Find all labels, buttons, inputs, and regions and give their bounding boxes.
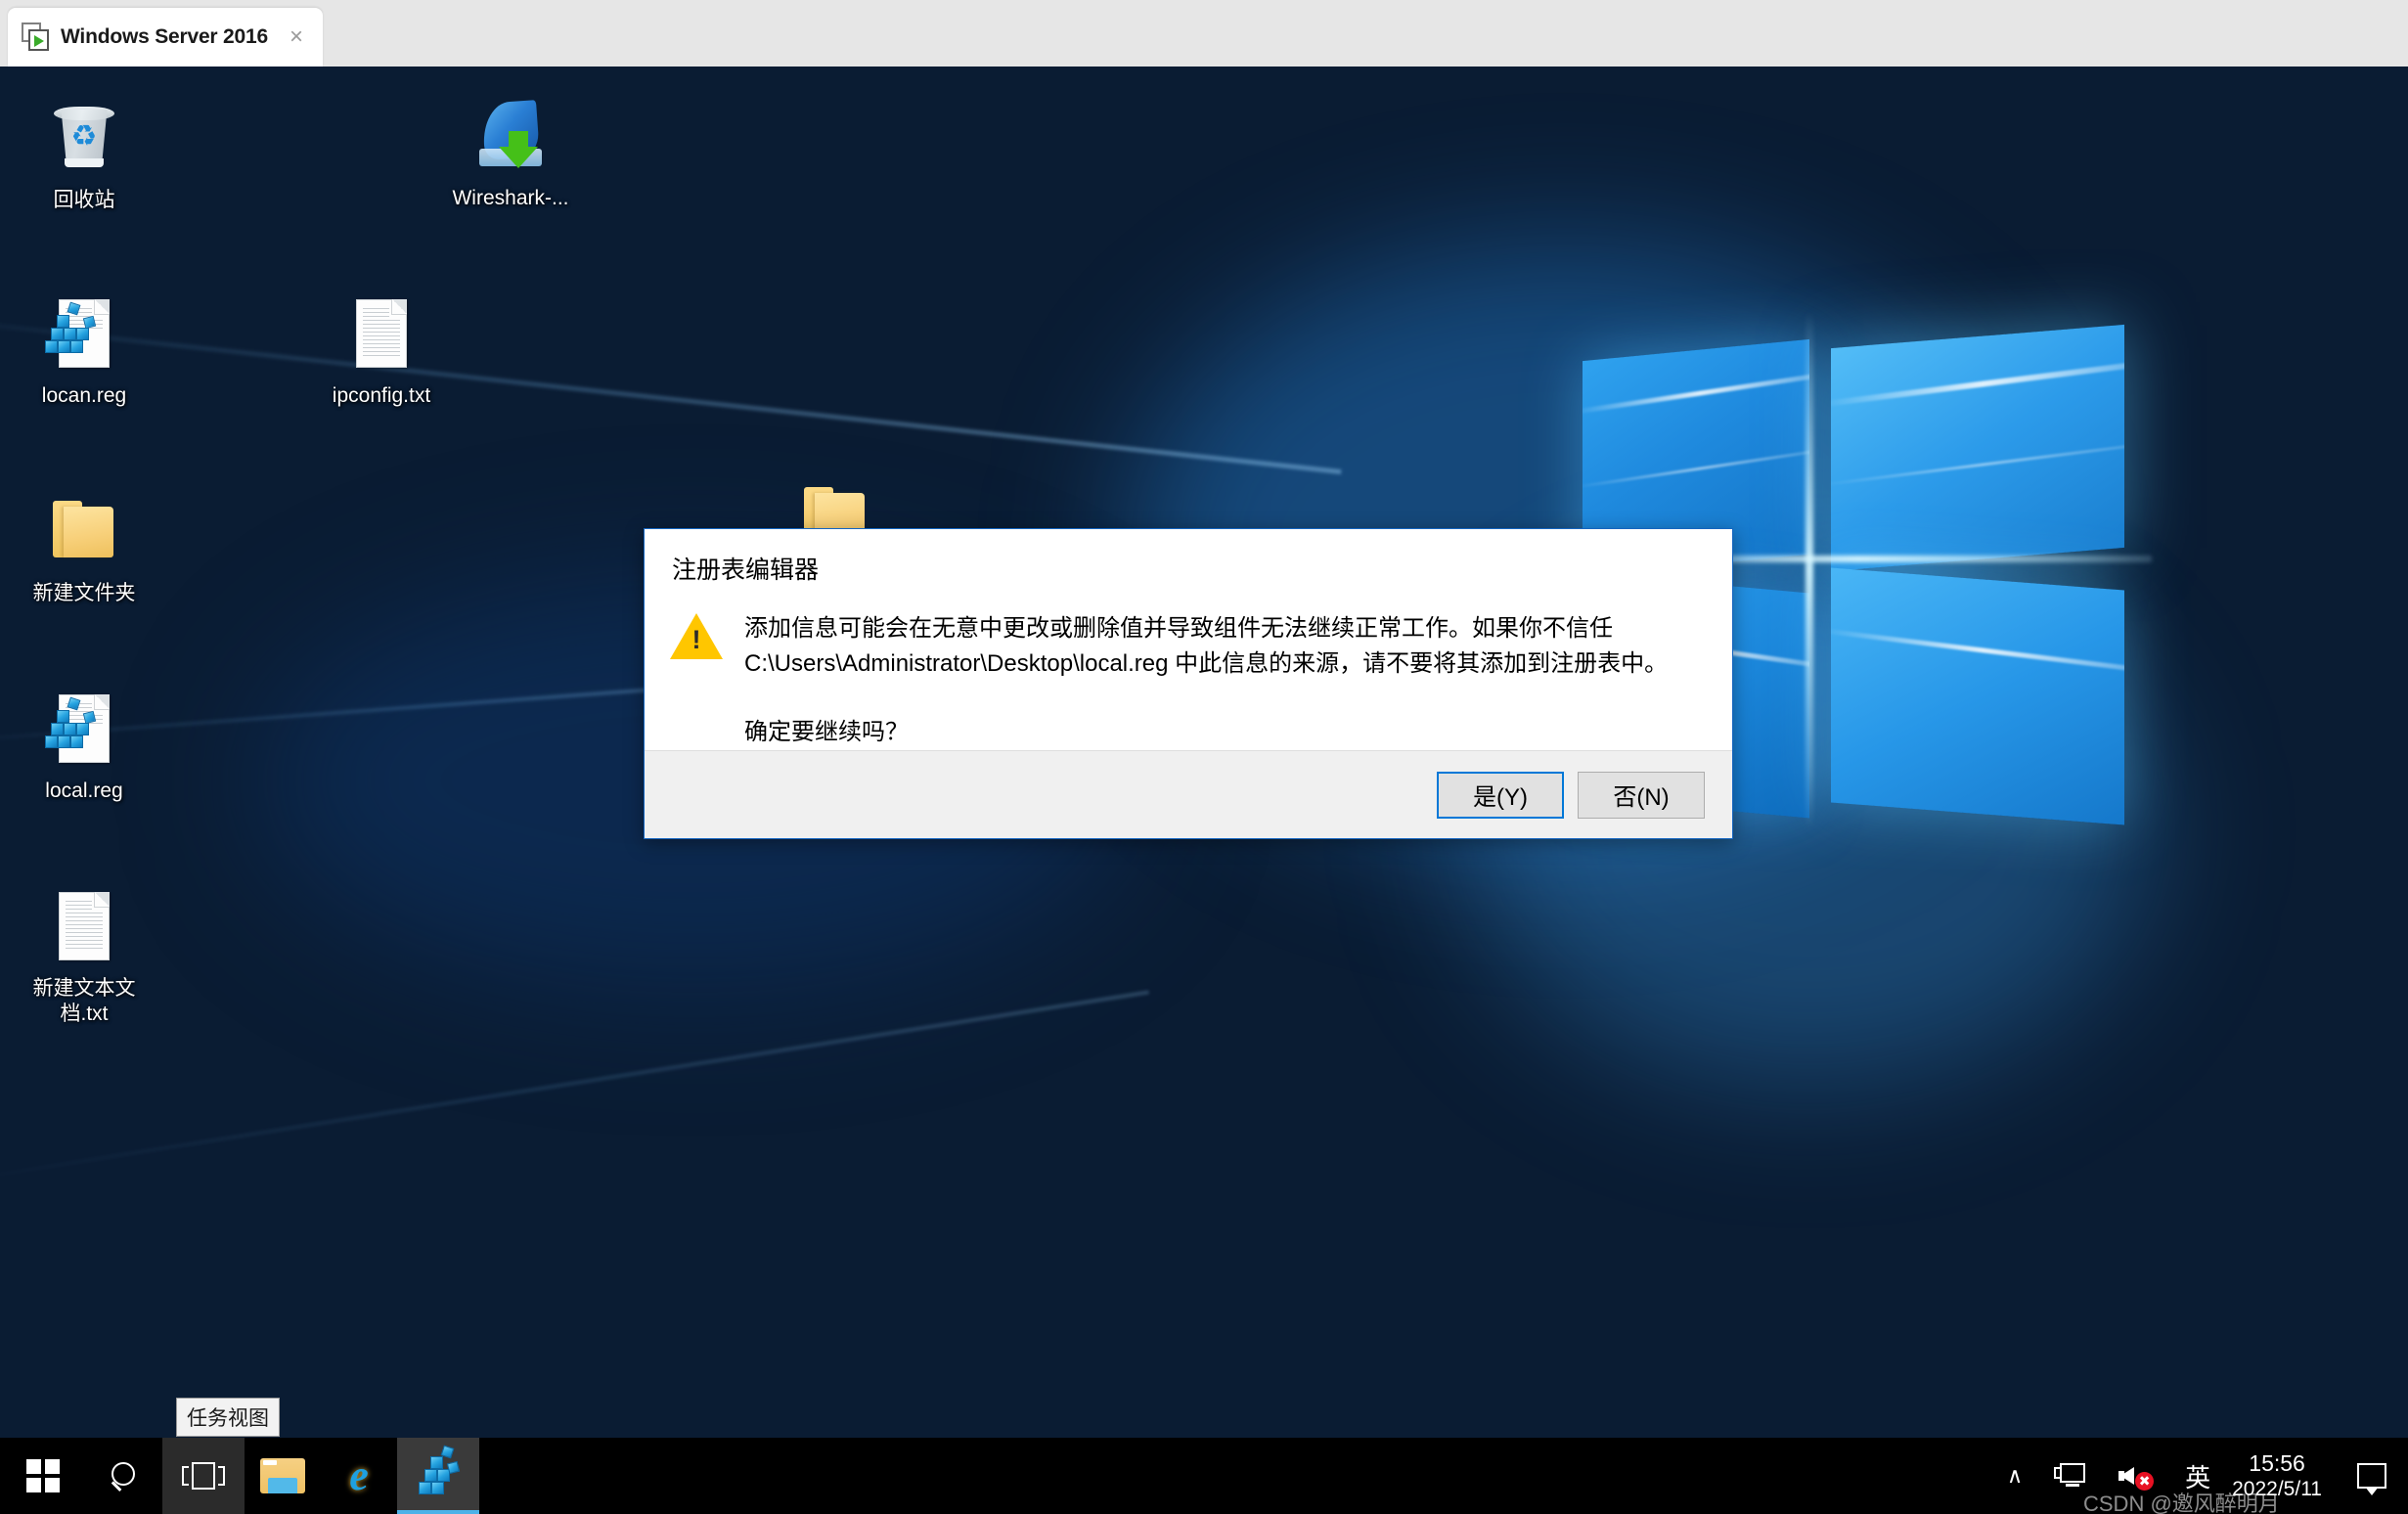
dialog-question: 确定要继续吗？ [744, 719, 909, 745]
desktop-icon-label: local.reg [45, 779, 123, 802]
file-explorer-button[interactable] [245, 1438, 321, 1514]
reg-file-icon [417, 1445, 461, 1497]
wireshark-icon [469, 96, 552, 178]
internet-explorer-button[interactable]: e [321, 1438, 397, 1514]
clock[interactable]: 15:56 2022/5/11 [2226, 1449, 2340, 1503]
clock-date: 2022/5/11 [2232, 1478, 2322, 1501]
volume-button[interactable]: ✖ [2103, 1438, 2169, 1514]
volume-muted-icon: ✖ [2118, 1461, 2155, 1491]
desktop-icon-label: 回收站 [53, 189, 115, 211]
folder-icon [43, 491, 125, 573]
task-view-button[interactable] [162, 1438, 245, 1514]
network-icon [2054, 1461, 2087, 1491]
active-indicator [397, 1510, 479, 1514]
folder-icon [260, 1458, 305, 1493]
desktop-icon-local-reg[interactable]: local.reg [12, 689, 156, 804]
no-button[interactable]: 否(N) [1578, 771, 1705, 819]
show-hidden-icons-button[interactable]: ∧ [1991, 1438, 2038, 1514]
windows-logo-icon [26, 1459, 60, 1492]
desktop-icon-label: 新建文件夹 [32, 582, 136, 604]
dialog-body: ! 添加信息可能会在无意中更改或删除值并导致组件无法继续正常工作。如果你不信任 … [645, 586, 1732, 750]
ime-indicator[interactable]: 英 [2169, 1438, 2226, 1514]
desktop-icon-label: 新建文本文 档.txt [32, 977, 136, 1026]
start-button[interactable] [0, 1438, 86, 1514]
search-icon [110, 1461, 139, 1491]
vm-console-icon [22, 22, 51, 52]
close-icon[interactable]: × [284, 23, 309, 51]
vm-client-tab[interactable]: Windows Server 2016 × [8, 8, 323, 67]
action-center-icon [2357, 1463, 2386, 1495]
taskbar-spacer [479, 1438, 1991, 1514]
action-center-button[interactable] [2340, 1438, 2404, 1514]
dialog-title: 注册表编辑器 [672, 557, 820, 584]
desktop-icon-new-text-document[interactable]: 新建文本文 档.txt [12, 886, 156, 1028]
search-button[interactable] [86, 1438, 162, 1514]
recycle-bin-icon: ♻ [43, 98, 125, 180]
task-view-icon [182, 1462, 225, 1490]
registry-editor-button[interactable] [397, 1438, 479, 1514]
desktop-icon-new-folder[interactable]: 新建文件夹 [12, 491, 156, 606]
dialog-message-line2: C:\Users\Administrator\Desktop\local.reg… [744, 650, 1669, 677]
dialog-message-line1: 添加信息可能会在无意中更改或删除值并导致组件无法继续正常工作。如果你不信任 [744, 615, 1613, 642]
task-view-tooltip: 任务视图 [176, 1398, 280, 1437]
desktop-icon-recycle-bin[interactable]: ♻ 回收站 [12, 98, 156, 213]
system-tray[interactable]: ∧ ✖ 英 15:56 2022/5/11 [1991, 1438, 2408, 1514]
desktop-icon-locan-reg[interactable]: locan.reg [12, 293, 156, 409]
internet-explorer-icon: e [349, 1451, 369, 1499]
registry-editor-dialog[interactable]: 注册表编辑器 ! 添加信息可能会在无意中更改或删除值并导致组件无法继续正常工作。… [644, 528, 1733, 839]
clock-time: 15:56 [2249, 1449, 2305, 1476]
desktop-icon-ipconfig-txt[interactable]: ipconfig.txt [309, 293, 454, 409]
desktop-icon-wireshark-installer[interactable]: Wireshark-... [438, 96, 583, 211]
vm-client-tabbar: Windows Server 2016 × [0, 0, 2408, 67]
text-file-icon [43, 886, 125, 968]
taskbar[interactable]: e ∧ ✖ 英 15:56 2022/5/11 [0, 1438, 2408, 1514]
desktop[interactable]: ♻ 回收站 Wireshark-... locan.reg ipconfig.t… [0, 67, 2408, 1514]
desktop-icon-label: Wireshark-... [452, 187, 569, 209]
text-file-icon [340, 293, 423, 376]
warning-triangle-icon: ! [670, 613, 723, 662]
network-button[interactable] [2038, 1438, 2103, 1514]
vm-client-tab-label: Windows Server 2016 [61, 25, 268, 48]
dialog-message: 添加信息可能会在无意中更改或删除值并导致组件无法继续正常工作。如果你不信任 C:… [744, 611, 1703, 750]
reg-file-icon [43, 293, 125, 376]
yes-button[interactable]: 是(Y) [1437, 771, 1564, 819]
dialog-footer: 是(Y) 否(N) [645, 750, 1732, 838]
reg-file-icon [43, 689, 125, 771]
desktop-icon-label: locan.reg [41, 384, 127, 407]
desktop-icon-label: ipconfig.txt [332, 384, 431, 407]
